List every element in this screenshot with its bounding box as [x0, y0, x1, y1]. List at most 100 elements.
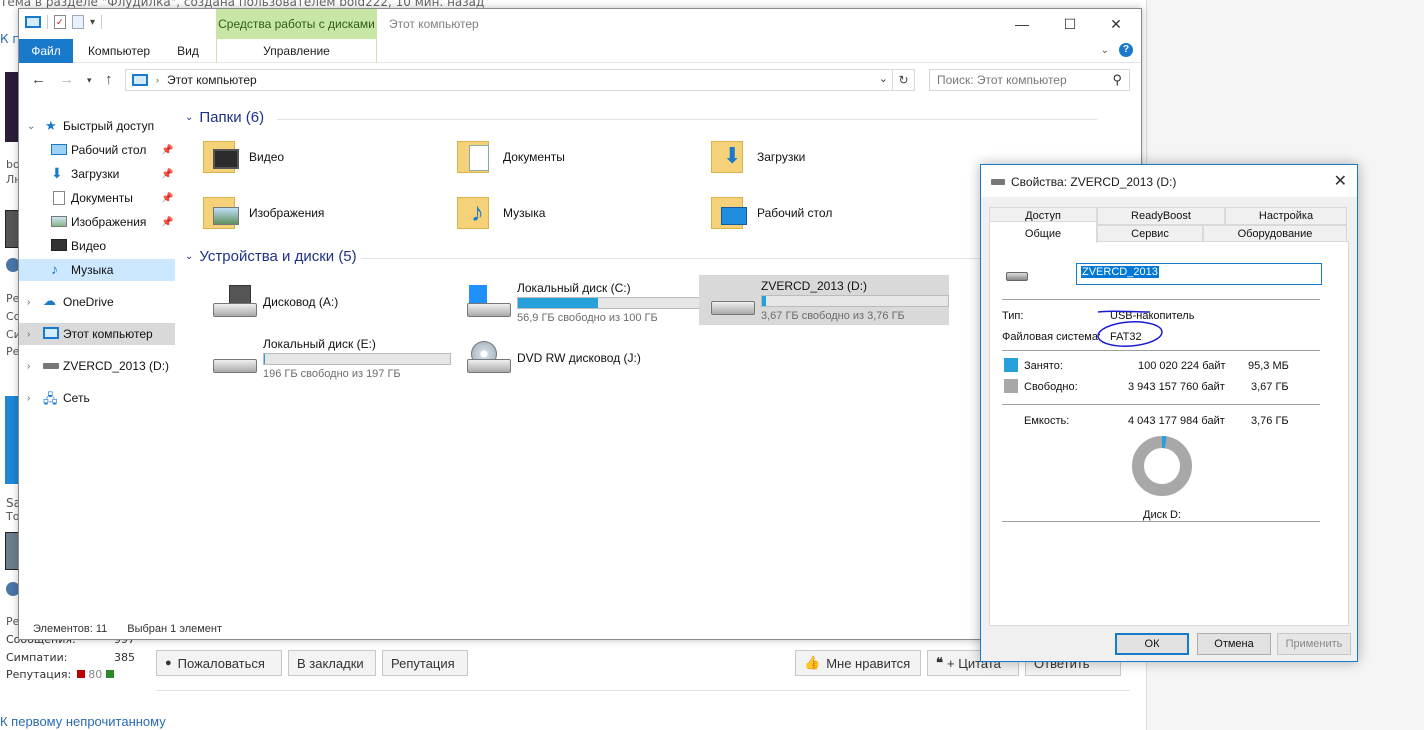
folders-section-header[interactable]: ⌄ Папки (6) [185, 109, 1125, 126]
drive-e[interactable]: Локальный диск (E:) 196 ГБ свободно из 1… [201, 333, 451, 383]
section-divider [277, 119, 1097, 120]
document-icon [53, 191, 65, 205]
chevron-down-icon[interactable]: ⌄ [27, 121, 35, 132]
tab-readyboost[interactable]: ReadyBoost [1097, 207, 1225, 225]
nav-desktop[interactable]: Рабочий стол 📌 [19, 139, 175, 161]
drive-usage-fill [762, 296, 767, 306]
tab-general[interactable]: Общие [989, 221, 1097, 243]
free-space-ring [1132, 436, 1192, 496]
video-folder-icon [203, 137, 239, 177]
first-unread-link[interactable]: К первому непрочитанному [0, 714, 166, 729]
pin-icon[interactable]: 📌 [161, 193, 173, 204]
ok-button[interactable]: ОК [1115, 633, 1189, 655]
navigation-pane: ⌄ ★ Быстрый доступ Рабочий стол 📌 ⬇ Загр… [19, 109, 175, 609]
folder-video[interactable]: Видео [179, 133, 419, 181]
folder-desktop[interactable]: Рабочий стол [687, 189, 927, 237]
report-button[interactable]: ● Пожаловаться [156, 650, 282, 676]
nav-documents[interactable]: Документы 📌 [19, 187, 175, 209]
search-input[interactable]: Поиск: Этот компьютер ⚲ [929, 69, 1130, 91]
bookmark-button[interactable]: В закладки [288, 650, 376, 676]
nav-pictures[interactable]: Изображения 📌 [19, 211, 175, 233]
nav-downloads[interactable]: ⬇ Загрузки 📌 [19, 163, 175, 185]
address-field[interactable]: › Этот компьютер ⌄ ↻ [125, 69, 915, 91]
nav-video[interactable]: Видео [19, 235, 175, 257]
separator [47, 15, 48, 29]
quote-icon: ❝ [936, 655, 943, 670]
item-count: Элементов: 11 [33, 623, 108, 635]
separator [1002, 521, 1320, 522]
rep-plus-icon[interactable] [105, 670, 114, 678]
folder-pictures[interactable]: Изображения [179, 189, 419, 237]
tab-manage[interactable]: Управление [216, 39, 377, 63]
search-icon: ⚲ [1112, 72, 1122, 87]
chevron-down-icon[interactable]: ⌄ [185, 112, 193, 123]
used-space-swatch [1004, 358, 1018, 372]
capacity-bytes: 4 043 177 984 байт [1128, 415, 1225, 427]
folder-documents[interactable]: Документы [433, 133, 673, 181]
drive-a[interactable]: Дисковод (A:) [201, 277, 451, 327]
rep-minus-icon[interactable] [76, 670, 85, 678]
pictures-folder-icon [203, 193, 239, 233]
refresh-icon[interactable]: ↻ [892, 70, 914, 90]
folder-music[interactable]: ♪ Музыка [433, 189, 673, 237]
breadcrumb-this-pc[interactable]: Этот компьютер [167, 73, 257, 87]
address-bar-row: ← → ▾ ↑ › Этот компьютер ⌄ ↻ Поиск: Этот… [19, 65, 1141, 95]
folder-downloads[interactable]: ⬇ Загрузки [687, 133, 927, 181]
tab-computer[interactable]: Компьютер [81, 39, 157, 63]
drive-j[interactable]: DVD RW дисковод (J:) [455, 333, 705, 383]
forward-arrow-icon[interactable]: → [59, 71, 74, 88]
like-button[interactable]: 👍 Мне нравится [795, 650, 921, 676]
nav-this-pc[interactable]: › Этот компьютер [19, 323, 175, 345]
address-dropdown-icon[interactable]: ⌄ [879, 72, 888, 85]
music-note-icon: ♪ [51, 261, 58, 277]
chevron-right-icon[interactable]: › [27, 393, 30, 404]
drive-d[interactable]: ZVERCD_2013 (D:) 3,67 ГБ свободно из 3,7… [699, 275, 949, 325]
nav-usb-drive[interactable]: › ZVERCD_2013 (D:) [19, 355, 175, 377]
minimize-button[interactable]: — [999, 13, 1045, 35]
avatar [5, 396, 19, 484]
apply-button[interactable]: Применить [1277, 633, 1351, 655]
drive-usage-bar [263, 353, 451, 365]
maximize-button[interactable]: ☐ [1047, 13, 1093, 35]
nav-quick-access[interactable]: ⌄ ★ Быстрый доступ [19, 115, 175, 137]
close-button[interactable]: ✕ [1093, 13, 1139, 35]
type-value: USB-накопитель [1110, 310, 1195, 322]
pin-icon[interactable]: 📌 [161, 145, 173, 156]
pin-icon[interactable]: 📌 [161, 169, 173, 180]
expand-ribbon-icon[interactable]: ⌄ [1101, 45, 1109, 56]
nav-network[interactable]: › 🖧 Сеть [19, 387, 175, 409]
dialog-title: Свойства: ZVERCD_2013 (D:) [1011, 175, 1177, 189]
new-folder-icon[interactable] [72, 15, 84, 29]
chevron-down-icon[interactable]: ⌄ [185, 251, 193, 262]
up-arrow-icon[interactable]: ↑ [105, 71, 113, 88]
tab-customize[interactable]: Настройка [1225, 207, 1347, 225]
chevron-right-icon[interactable]: › [27, 329, 30, 340]
recent-locations-icon[interactable]: ▾ [87, 75, 92, 86]
pin-icon[interactable]: 📌 [161, 217, 173, 228]
downloads-folder-icon: ⬇ [711, 137, 747, 177]
chevron-right-icon[interactable]: › [27, 297, 30, 308]
back-arrow-icon[interactable]: ← [31, 71, 46, 88]
breadcrumb-separator[interactable]: › [156, 75, 159, 85]
customize-toolbar-icon[interactable]: ▾ [90, 17, 95, 28]
nav-onedrive[interactable]: › ☁ OneDrive [19, 291, 175, 313]
nav-music[interactable]: ♪ Музыка [19, 259, 175, 281]
computer-icon [25, 16, 41, 28]
used-size: 95,3 МБ [1248, 360, 1289, 372]
volume-label-input[interactable]: ZVERCD_2013 [1076, 263, 1322, 285]
separator [101, 15, 103, 29]
thumbs-up-icon: 👍 [804, 655, 821, 670]
free-label: Свободно: [1024, 381, 1078, 393]
star-icon: ★ [45, 118, 57, 133]
tab-file[interactable]: Файл [19, 39, 73, 63]
properties-icon[interactable]: ✓ [54, 15, 66, 29]
tab-view[interactable]: Вид [169, 39, 207, 63]
chevron-right-icon[interactable]: › [27, 361, 30, 372]
close-icon[interactable]: ✕ [1334, 171, 1347, 191]
reputation-button[interactable]: Репутация [382, 650, 468, 676]
free-space-swatch [1004, 379, 1018, 393]
help-icon[interactable]: ? [1119, 43, 1133, 57]
drive-usage-bar [517, 297, 705, 309]
drive-c[interactable]: Локальный диск (C:) 56,9 ГБ свободно из … [455, 277, 705, 327]
cancel-button[interactable]: Отмена [1197, 633, 1271, 655]
